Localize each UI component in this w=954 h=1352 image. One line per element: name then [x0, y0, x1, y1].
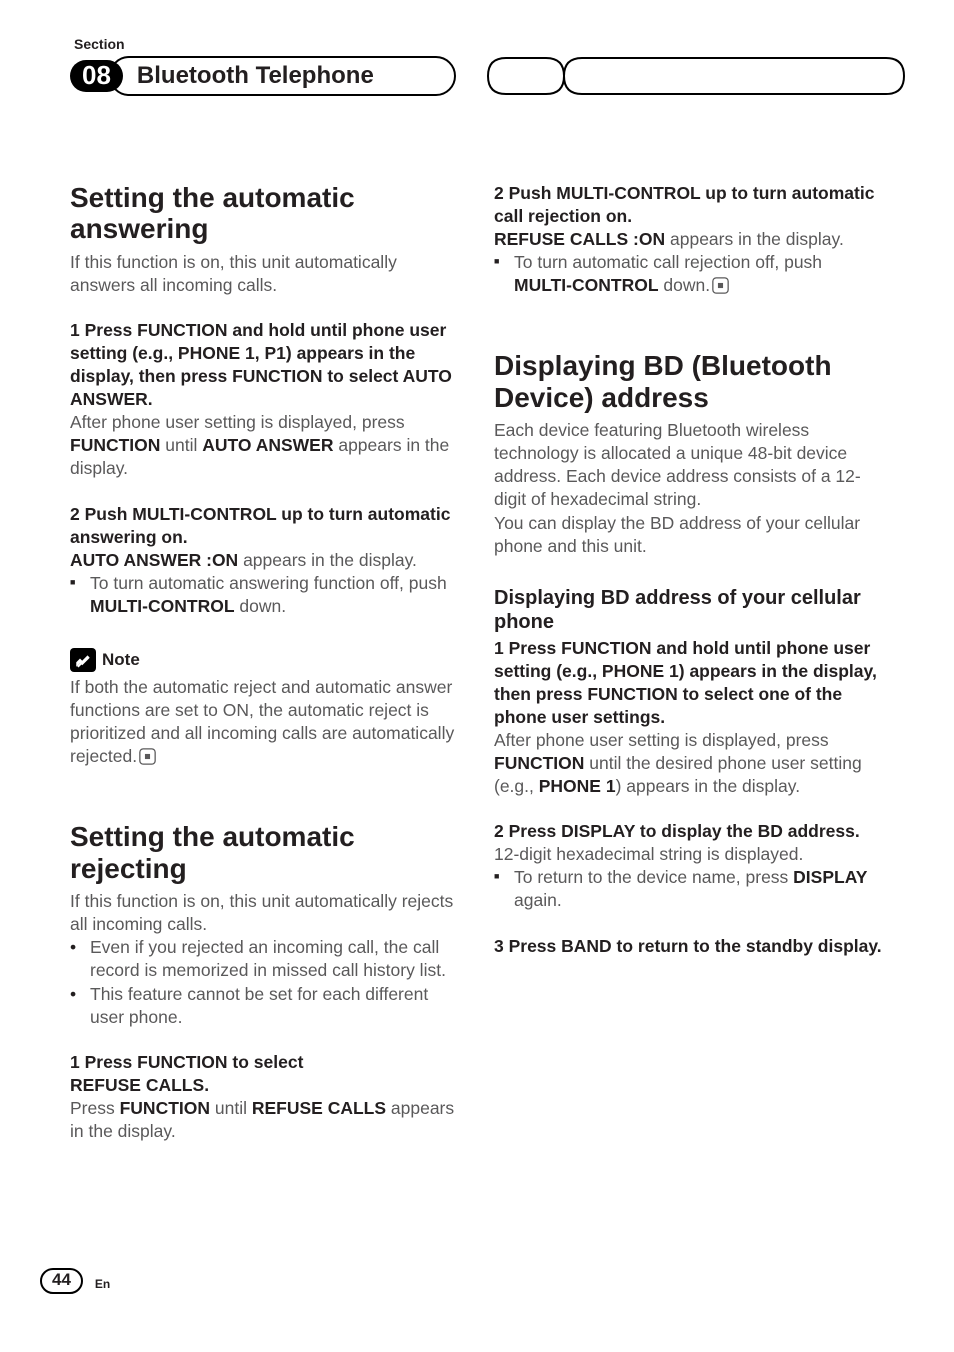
- para: After phone user setting is displayed, p…: [494, 729, 884, 798]
- heading-auto-answer: Setting the automatic answering: [70, 182, 460, 245]
- para: If this function is on, this unit automa…: [70, 890, 460, 936]
- page-number: 44: [40, 1268, 83, 1294]
- chapter-title-tab: Bluetooth Telephone: [109, 56, 456, 96]
- square-bullet-icon: ■: [494, 251, 514, 300]
- text: After phone user setting is displayed, p…: [70, 412, 405, 432]
- end-section-icon: [139, 748, 156, 771]
- left-column: Setting the automatic answering If this …: [70, 182, 460, 1143]
- para: Press FUNCTION until REFUSE CALLS appear…: [70, 1097, 460, 1143]
- step-1-auto-answer: 1 Press FUNCTION and hold until phone us…: [70, 320, 452, 409]
- language-code: En: [95, 1271, 110, 1291]
- text: If both the automatic reject and automat…: [70, 677, 454, 766]
- text: until: [210, 1098, 252, 1118]
- subheading-bd-phone: Displaying BD address of your cellular p…: [494, 586, 884, 635]
- step-1-refuse: 1 Press FUNCTION to select: [70, 1052, 303, 1072]
- header-decor-right: [486, 56, 906, 96]
- note-body: If both the automatic reject and automat…: [70, 676, 460, 771]
- text: again.: [514, 890, 562, 910]
- text-bold: REFUSE CALLS: [252, 1098, 386, 1118]
- text-bold: FUNCTION: [70, 435, 160, 455]
- text: ) appears in the display.: [616, 776, 801, 796]
- text-bold: PHONE 1: [539, 776, 616, 796]
- text-bold: DISPLAY: [793, 867, 867, 887]
- text-bold: MULTI-CONTROL: [90, 596, 235, 616]
- step-1-refuse-b: REFUSE CALLS: [70, 1075, 204, 1095]
- square-bullet-icon: ■: [494, 866, 514, 912]
- text-bold: AUTO ANSWER: [70, 550, 201, 570]
- para: If this function is on, this unit automa…: [70, 251, 460, 297]
- para: REFUSE CALLS :ON appears in the display.: [494, 228, 884, 251]
- step-1-bd: 1 Press FUNCTION and hold until phone us…: [494, 638, 877, 727]
- text: Press: [70, 1098, 120, 1118]
- text: To turn automatic call rejection off, pu…: [514, 252, 822, 272]
- heading-auto-reject: Setting the automatic rejecting: [70, 821, 460, 884]
- list-item: ■ To turn automatic call rejection off, …: [494, 251, 884, 300]
- text-bold: FUNCTION: [120, 1098, 210, 1118]
- list-item: • Even if you rejected an incoming call,…: [70, 936, 460, 982]
- text-bold: REFUSE CALLS: [494, 229, 628, 249]
- list-item: ■ To return to the device name, press DI…: [494, 866, 884, 912]
- heading-bd-address: Displaying BD (Bluetooth Device) address: [494, 350, 884, 413]
- chapter-title: Bluetooth Telephone: [137, 62, 374, 90]
- dot-bullet-icon: •: [70, 936, 90, 982]
- section-label: Section: [74, 36, 884, 52]
- step-2-bd: 2 Press DISPLAY to display the BD addres…: [494, 821, 860, 841]
- dot-bullet-icon: •: [70, 983, 90, 1029]
- text-bold: AUTO ANSWER: [202, 435, 333, 455]
- text-bold: :ON: [628, 229, 665, 249]
- end-section-icon: [712, 277, 729, 300]
- list-item: • This feature cannot be set for each di…: [70, 983, 460, 1029]
- text: This feature cannot be set for each diff…: [90, 983, 460, 1029]
- step-3-bd: 3 Press BAND to return to the standby di…: [494, 936, 882, 956]
- page-header: 08 Bluetooth Telephone: [70, 56, 884, 96]
- page-footer: 44 En: [40, 1268, 110, 1294]
- step-2-refuse: 2 Push MULTI-CONTROL up to turn automati…: [494, 183, 874, 226]
- para: You can display the BD address of your c…: [494, 512, 884, 558]
- square-bullet-icon: ■: [70, 572, 90, 618]
- text: After phone user setting is displayed, p…: [494, 730, 829, 750]
- step-2-auto-answer: 2 Push MULTI-CONTROL up to turn automati…: [70, 504, 450, 547]
- text-bold: FUNCTION: [494, 753, 584, 773]
- right-column: 2 Push MULTI-CONTROL up to turn automati…: [494, 182, 884, 1143]
- text: appears in the display.: [238, 550, 417, 570]
- text: To turn automatic answering function off…: [90, 573, 447, 593]
- text: until: [160, 435, 202, 455]
- section-number-pill: 08: [70, 60, 123, 92]
- note-label: Note: [102, 649, 140, 671]
- list-item: ■ To turn automatic answering function o…: [70, 572, 460, 618]
- text: To return to the device name, press: [514, 867, 793, 887]
- text: Even if you rejected an incoming call, t…: [90, 936, 460, 982]
- text-bold: .: [204, 1075, 209, 1095]
- note-header: Note: [70, 648, 460, 672]
- text: down.: [659, 275, 711, 295]
- text-bold: :ON: [201, 550, 238, 570]
- para: Each device featuring Bluetooth wireless…: [494, 419, 884, 511]
- note-icon: [70, 648, 96, 672]
- para: After phone user setting is displayed, p…: [70, 411, 460, 480]
- text: appears in the display.: [665, 229, 844, 249]
- text: down.: [235, 596, 287, 616]
- para: 12-digit hexadecimal string is displayed…: [494, 843, 884, 866]
- text-bold: MULTI-CONTROL: [514, 275, 659, 295]
- para: AUTO ANSWER :ON appears in the display.: [70, 549, 460, 572]
